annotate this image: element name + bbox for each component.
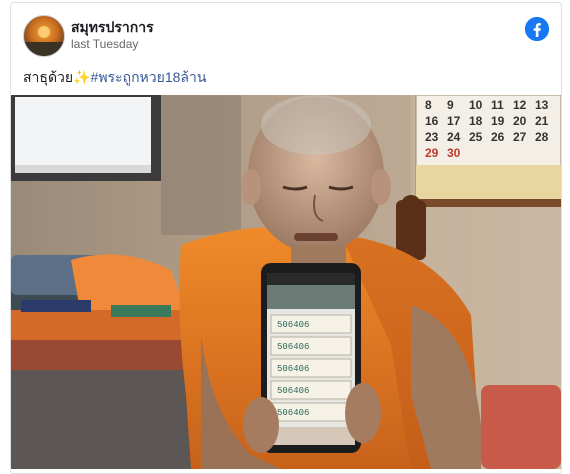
calendar-day: 21 — [535, 114, 549, 128]
post-header: สมุทรปราการ last Tuesday — [23, 15, 549, 57]
calendar-day: 9 — [447, 98, 454, 112]
ticket-number: 506406 — [277, 320, 309, 330]
calendar-day: 28 — [535, 130, 549, 144]
calendar-day: 25 — [469, 130, 483, 144]
ticket-number: 506406 — [277, 408, 309, 418]
calendar-day: 19 — [491, 114, 505, 128]
calendar-day: 30 — [447, 146, 461, 160]
facebook-icon[interactable] — [525, 17, 549, 41]
post-timestamp[interactable]: last Tuesday — [71, 37, 138, 51]
calendar: 8 9 10 11 12 13 16 17 18 19 20 21 23 24 25 26 27 28 29 30 — [415, 95, 561, 207]
calendar-day: 26 — [491, 130, 505, 144]
post-caption: สาธุด้วย✨#พระถูกหวย18ล้าน — [23, 67, 206, 89]
caption-text: สาธุด้วย — [23, 69, 74, 85]
calendar-day: 10 — [469, 98, 483, 112]
ticket-number: 506406 — [277, 386, 309, 396]
calendar-day: 13 — [535, 98, 549, 112]
hashtag-link[interactable]: #พระถูกหวย18ล้าน — [91, 69, 207, 85]
calendar-day: 29 — [425, 146, 439, 160]
sparkles-icon: ✨ — [73, 69, 91, 85]
ticket-number: 506406 — [277, 342, 309, 352]
ticket-number: 506406 — [277, 364, 309, 374]
calendar-day: 11 — [491, 98, 504, 112]
calendar-day: 18 — [469, 114, 483, 128]
calendar-day: 16 — [425, 114, 439, 128]
avatar-landscape — [24, 42, 64, 56]
calendar-day: 23 — [425, 130, 439, 144]
calendar-day: 12 — [513, 98, 527, 112]
calendar-day: 17 — [447, 114, 461, 128]
calendar-day: 20 — [513, 114, 527, 128]
calendar-day: 8 — [425, 98, 432, 112]
avatar-sun — [38, 26, 50, 38]
calendar-day: 24 — [447, 130, 461, 144]
monk-photo-illustration: 8 9 10 11 12 13 16 17 18 19 20 21 23 24 25 26 27 28 29 30 — [11, 95, 561, 469]
page-name[interactable]: สมุทรปราการ — [71, 17, 154, 39]
calendar-day: 27 — [513, 130, 527, 144]
page-avatar[interactable] — [23, 15, 65, 57]
post-photo[interactable]: 8 9 10 11 12 13 16 17 18 19 20 21 23 24 25 26 27 28 29 30 — [11, 95, 561, 469]
facebook-post-card: สมุทรปราการ last Tuesday สาธุด้วย✨#พระถู… — [10, 2, 562, 474]
